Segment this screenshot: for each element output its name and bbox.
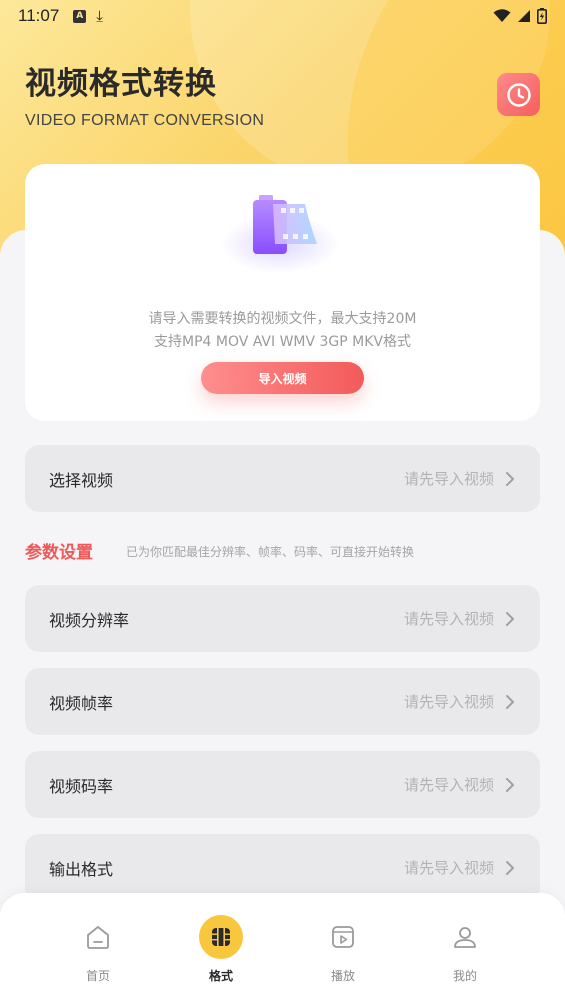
row-label: 选择视频 [49, 470, 114, 490]
page-title: 视频格式转换 [25, 66, 217, 102]
page-subtitle: VIDEO FORMAT CONVERSION [25, 112, 265, 129]
row-value: 请先导入视频 [403, 776, 494, 794]
row-label: 视频码率 [49, 776, 114, 796]
signal-icon [518, 10, 530, 22]
frame-rate-row[interactable]: 视频帧率 请先导入视频 [25, 668, 540, 735]
row-value: 请先导入视频 [403, 693, 494, 711]
tab-label: 首页 [85, 969, 110, 983]
section-title-params: 参数设置 [25, 543, 93, 563]
tab-home[interactable]: 首页 [58, 915, 138, 984]
home-icon [76, 915, 120, 959]
tab-label: 我的 [452, 969, 477, 983]
tab-mine[interactable]: 我的 [425, 915, 505, 984]
user-icon [443, 915, 487, 959]
row-label: 输出格式 [49, 859, 114, 879]
bitrate-row[interactable]: 视频码率 请先导入视频 [25, 751, 540, 818]
chevron-right-icon [506, 860, 514, 875]
tab-label: 格式 [208, 969, 233, 983]
battery-charging-icon [537, 8, 547, 24]
history-button[interactable] [497, 73, 540, 116]
output-format-row[interactable]: 输出格式 请先导入视频 [25, 834, 540, 901]
wifi-icon [493, 9, 511, 22]
section-hint: 已为你匹配最佳分辨率、帧率、码率、可直接开始转换 [126, 545, 415, 559]
row-label: 视频分辨率 [49, 610, 130, 630]
upload-hint-size: 请导入需要转换的视频文件，最大支持20M [148, 311, 417, 327]
upload-hint-formats: 支持MP4 MOV AVI WMV 3GP MKV格式 [153, 334, 412, 350]
status-bar: 11:07 A ⤓ [0, 0, 565, 32]
download-icon: ⤓ [96, 6, 103, 25]
chevron-right-icon [506, 777, 514, 792]
chevron-right-icon [506, 611, 514, 626]
row-label: 视频帧率 [49, 693, 114, 713]
upload-card: 请导入需要转换的视频文件，最大支持20M 支持MP4 MOV AVI WMV 3… [25, 164, 540, 421]
row-value: 请先导入视频 [403, 470, 494, 488]
resolution-row[interactable]: 视频分辨率 请先导入视频 [25, 585, 540, 652]
a-badge-icon: A [73, 9, 87, 23]
bottom-tab-bar: 首页 格式 播放 我的 [0, 893, 565, 1004]
row-value: 请先导入视频 [403, 610, 494, 628]
status-time: 11:07 [18, 6, 60, 25]
tab-play[interactable]: 播放 [303, 915, 383, 984]
film-icon [199, 915, 243, 959]
select-video-row[interactable]: 选择视频 请先导入视频 [25, 445, 540, 512]
chevron-right-icon [506, 694, 514, 709]
import-video-button[interactable]: 导入视频 [201, 362, 364, 394]
clock-icon [506, 82, 531, 107]
row-value: 请先导入视频 [403, 859, 494, 877]
chevron-right-icon [506, 471, 514, 486]
video-file-icon [253, 195, 317, 254]
play-icon [321, 915, 365, 959]
tab-format[interactable]: 格式 [181, 915, 261, 984]
tab-label: 播放 [330, 969, 355, 983]
